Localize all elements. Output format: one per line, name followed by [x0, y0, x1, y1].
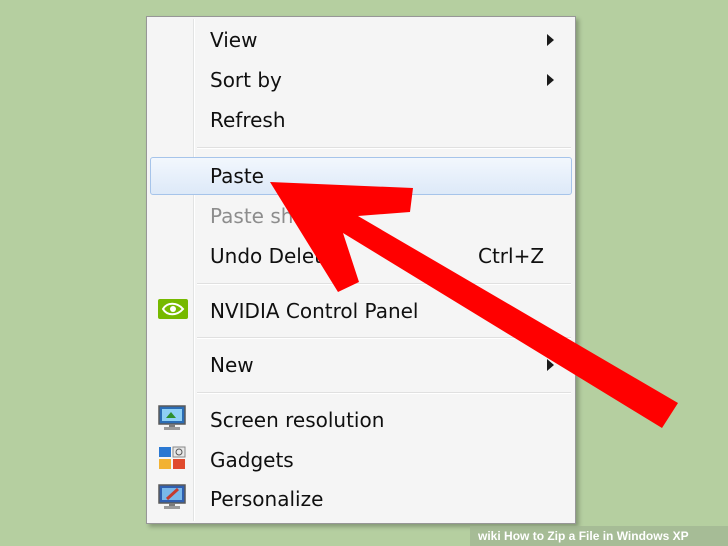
article-title: How to Zip a File in Windows XP [504, 529, 689, 543]
annotation-arrow [270, 182, 678, 428]
wiki-brand: wiki [478, 529, 501, 543]
red-pointer-arrow [270, 182, 678, 428]
wikihow-credit: wiki How to Zip a File in Windows XP [470, 526, 728, 546]
